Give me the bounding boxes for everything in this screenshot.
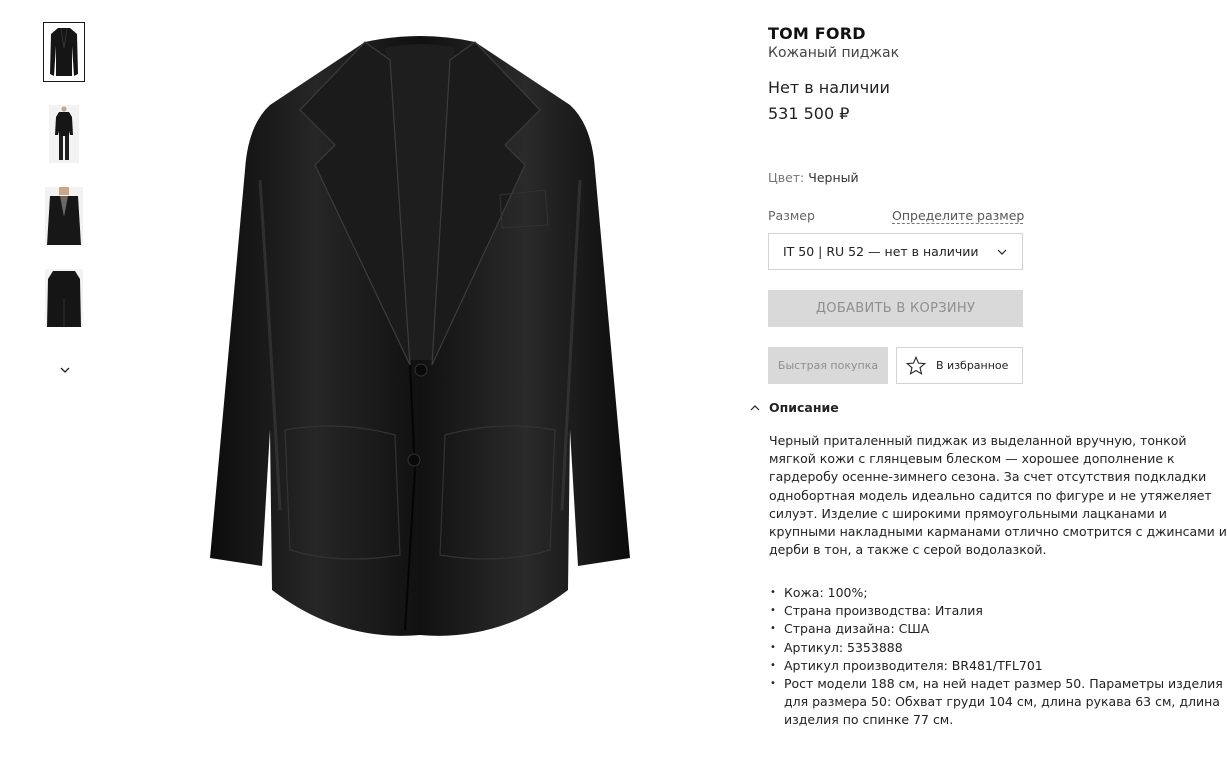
spec-item: Страна производства: Италия <box>768 602 1227 620</box>
spec-item: Рост модели 188 см, на ней надет размер … <box>768 675 1227 730</box>
chevron-up-icon <box>750 404 760 410</box>
spec-item: Кожа: 100%; <box>768 584 1227 602</box>
jacket-front-thumb-image <box>50 28 78 76</box>
leather-jacket-image <box>210 36 630 636</box>
star-icon <box>905 355 927 375</box>
thumbnail-model-full[interactable] <box>43 104 85 164</box>
chevron-down-icon[interactable] <box>57 362 73 378</box>
product-main-image[interactable] <box>200 30 640 650</box>
description-toggle[interactable]: Описание <box>748 400 839 415</box>
product-name: Кожаный пиджак <box>768 45 900 61</box>
product-price: 531 500 ₽ <box>768 104 850 123</box>
model-close-thumb-image <box>45 187 83 245</box>
product-brand[interactable]: TOM FORD <box>768 24 866 43</box>
chevron-down-icon <box>997 249 1007 255</box>
spec-item: Артикул: 5353888 <box>768 639 1227 657</box>
spec-item: Артикул производителя: BR481/TFL701 <box>768 657 1227 675</box>
jacket-back-thumb-image <box>45 269 83 327</box>
color-row: Цвет: Черный <box>768 170 859 185</box>
color-label: Цвет: <box>768 170 805 185</box>
size-select[interactable]: IT 50 | RU 52 — нет в наличии <box>768 233 1023 270</box>
add-to-cart-button[interactable]: ДОБАВИТЬ В КОРЗИНУ <box>768 290 1023 327</box>
description-title: Описание <box>769 400 839 415</box>
product-specs-list: Кожа: 100%; Страна производства: Италия … <box>768 584 1227 730</box>
size-select-value: IT 50 | RU 52 — нет в наличии <box>783 244 979 259</box>
color-value: Черный <box>808 170 859 185</box>
size-label: Размер <box>768 208 815 223</box>
spec-item: Страна дизайна: США <box>768 620 1227 638</box>
description-text: Черный приталенный пиджак из выделанной … <box>769 433 1227 558</box>
thumbnail-back[interactable] <box>43 268 85 328</box>
thumbnail-front[interactable] <box>43 22 85 82</box>
size-guide-link[interactable]: Определите размер <box>892 208 1024 224</box>
availability-status: Нет в наличии <box>768 78 890 97</box>
thumbnail-model-close[interactable] <box>43 186 85 246</box>
favorite-label: В избранное <box>936 359 1009 372</box>
quick-buy-button[interactable]: Быстрая покупка <box>768 347 888 384</box>
model-full-thumb-image <box>49 105 79 163</box>
add-to-favorites-button[interactable]: В избранное <box>896 347 1023 384</box>
